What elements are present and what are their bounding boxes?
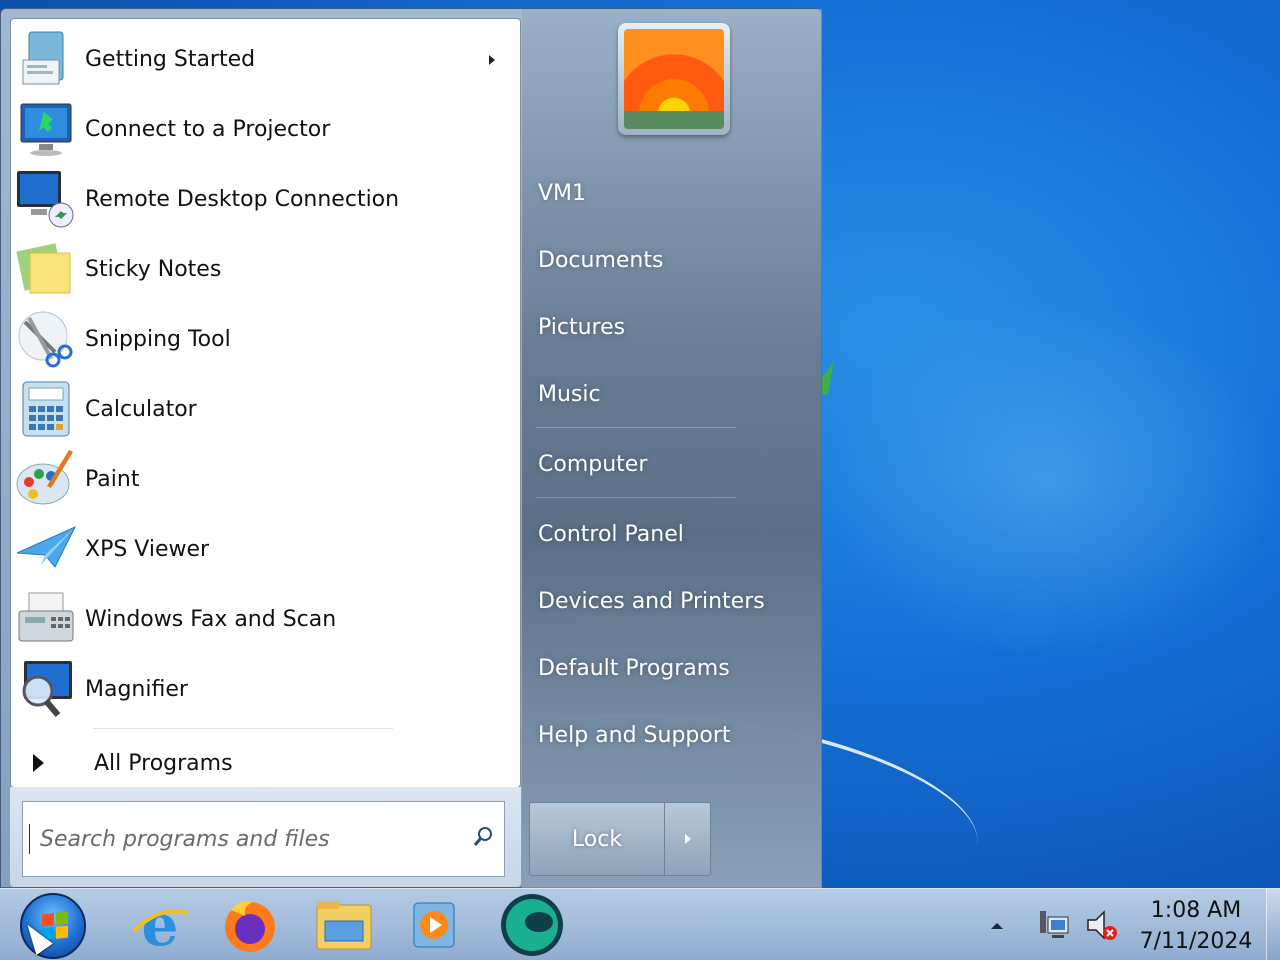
lock-button[interactable]: Lock [529, 802, 665, 876]
place-pictures[interactable]: Pictures [534, 305, 810, 349]
program-label: Magnifier [85, 676, 188, 702]
place-label: Computer [538, 451, 648, 477]
place-label: Help and Support [538, 722, 731, 748]
taskbar: e 1:08 AM 7/11/2024 [0, 888, 1280, 960]
program-magnifier[interactable]: Magnifier [15, 655, 515, 723]
submenu-arrow-icon[interactable] [489, 55, 495, 65]
program-label: Paint [85, 466, 140, 492]
volume-muted-icon[interactable] [1084, 907, 1120, 943]
program-remote-desktop[interactable]: Remote Desktop Connection [15, 165, 515, 233]
firefox-icon [225, 901, 275, 952]
separator [536, 427, 736, 428]
search-area [10, 787, 521, 887]
place-label: Pictures [538, 314, 626, 340]
place-label: Devices and Printers [538, 588, 765, 614]
projector-icon [15, 98, 77, 160]
media-player-icon [413, 902, 455, 948]
user-picture[interactable] [618, 23, 730, 135]
program-label: Getting Started [85, 46, 256, 72]
program-label: Sticky Notes [85, 256, 222, 282]
chevron-right-icon [684, 834, 691, 844]
program-fax-scan[interactable]: Windows Fax and Scan [15, 585, 515, 653]
remote-desktop-icon [15, 168, 77, 230]
show-hidden-icons-button[interactable] [991, 923, 1003, 929]
program-snipping-tool[interactable]: Snipping Tool [15, 305, 515, 373]
place-documents[interactable]: Documents [534, 238, 810, 282]
paint-icon [15, 448, 77, 510]
clock-time: 1:08 AM [1150, 898, 1242, 923]
desktop-glow [820, 300, 1280, 660]
calculator-icon [15, 378, 77, 440]
network-icon[interactable] [1036, 907, 1072, 943]
all-programs-label: All Programs [94, 750, 233, 776]
internet-explorer-icon: e [132, 895, 189, 955]
place-help-support[interactable]: Help and Support [534, 713, 810, 757]
search-box[interactable] [22, 801, 505, 877]
program-label: Remote Desktop Connection [85, 186, 400, 212]
show-desktop-button[interactable] [1266, 889, 1280, 960]
places-pane: VM1 Documents Pictures Music Computer Co… [522, 9, 822, 889]
program-paint[interactable]: Paint [15, 445, 515, 513]
fax-scan-icon [15, 588, 77, 650]
program-xps-viewer[interactable]: XPS Viewer [15, 515, 515, 583]
place-default-programs[interactable]: Default Programs [534, 646, 810, 690]
app-globe-icon [501, 894, 563, 956]
search-icon[interactable] [472, 826, 494, 848]
shutdown-options-button[interactable] [665, 802, 711, 876]
lock-label: Lock [571, 826, 623, 852]
file-explorer-icon [316, 901, 372, 950]
taskbar-media-player[interactable] [396, 893, 472, 957]
system-clock[interactable]: 1:08 AM 7/11/2024 [1136, 895, 1256, 957]
expand-arrow-icon [33, 754, 44, 772]
program-label: Calculator [85, 396, 197, 422]
place-devices-printers[interactable]: Devices and Printers [534, 579, 810, 623]
clock-date: 7/11/2024 [1139, 929, 1253, 954]
taskbar-file-explorer[interactable] [306, 893, 382, 957]
program-label: Windows Fax and Scan [85, 606, 337, 632]
magnifier-icon [15, 658, 77, 720]
separator [536, 497, 736, 498]
program-calculator[interactable]: Calculator [15, 375, 515, 443]
place-computer[interactable]: Computer [534, 442, 810, 486]
search-input[interactable] [30, 826, 460, 852]
all-programs-button[interactable]: All Programs [21, 741, 511, 785]
xps-viewer-icon [15, 518, 77, 580]
place-label: Music [538, 381, 601, 407]
program-label: XPS Viewer [85, 536, 210, 562]
program-sticky-notes[interactable]: Sticky Notes [15, 235, 515, 303]
start-menu: Getting Started Connect to a Projector R… [0, 8, 822, 889]
place-control-panel[interactable]: Control Panel [534, 512, 810, 556]
place-label: Control Panel [538, 521, 684, 547]
snipping-tool-icon [15, 308, 77, 370]
getting-started-icon [15, 28, 77, 90]
svg-text:e: e [142, 895, 179, 955]
place-user-folder[interactable]: VM1 [534, 171, 810, 215]
programs-pane: Getting Started Connect to a Projector R… [10, 18, 521, 788]
sticky-notes-icon [15, 238, 77, 300]
taskbar-internet-explorer[interactable]: e [122, 893, 198, 957]
flower-user-picture [624, 29, 724, 129]
taskbar-app-globe[interactable] [494, 893, 570, 957]
place-label: Documents [538, 247, 664, 273]
program-connect-projector[interactable]: Connect to a Projector [15, 95, 515, 163]
program-label: Snipping Tool [85, 326, 231, 352]
place-music[interactable]: Music [534, 372, 810, 416]
place-label: VM1 [538, 180, 587, 206]
program-getting-started[interactable]: Getting Started [15, 25, 515, 93]
program-label: Connect to a Projector [85, 116, 331, 142]
place-label: Default Programs [538, 655, 730, 681]
separator [93, 728, 393, 729]
taskbar-firefox[interactable] [212, 893, 288, 957]
